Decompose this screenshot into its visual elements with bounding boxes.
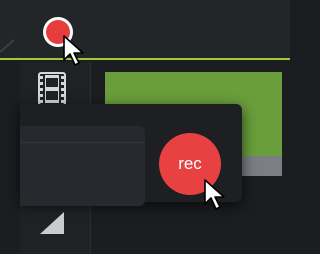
record-button[interactable] [43, 17, 73, 47]
rec-button[interactable]: rec [159, 133, 221, 195]
film-strip-icon[interactable] [38, 72, 66, 106]
panel-divider [20, 142, 145, 143]
media-icon[interactable] [38, 208, 66, 236]
top-toolbar [0, 0, 290, 60]
recorder-settings-panel [20, 126, 145, 206]
toolbar-divider [0, 39, 15, 53]
record-dot-icon [46, 20, 70, 44]
